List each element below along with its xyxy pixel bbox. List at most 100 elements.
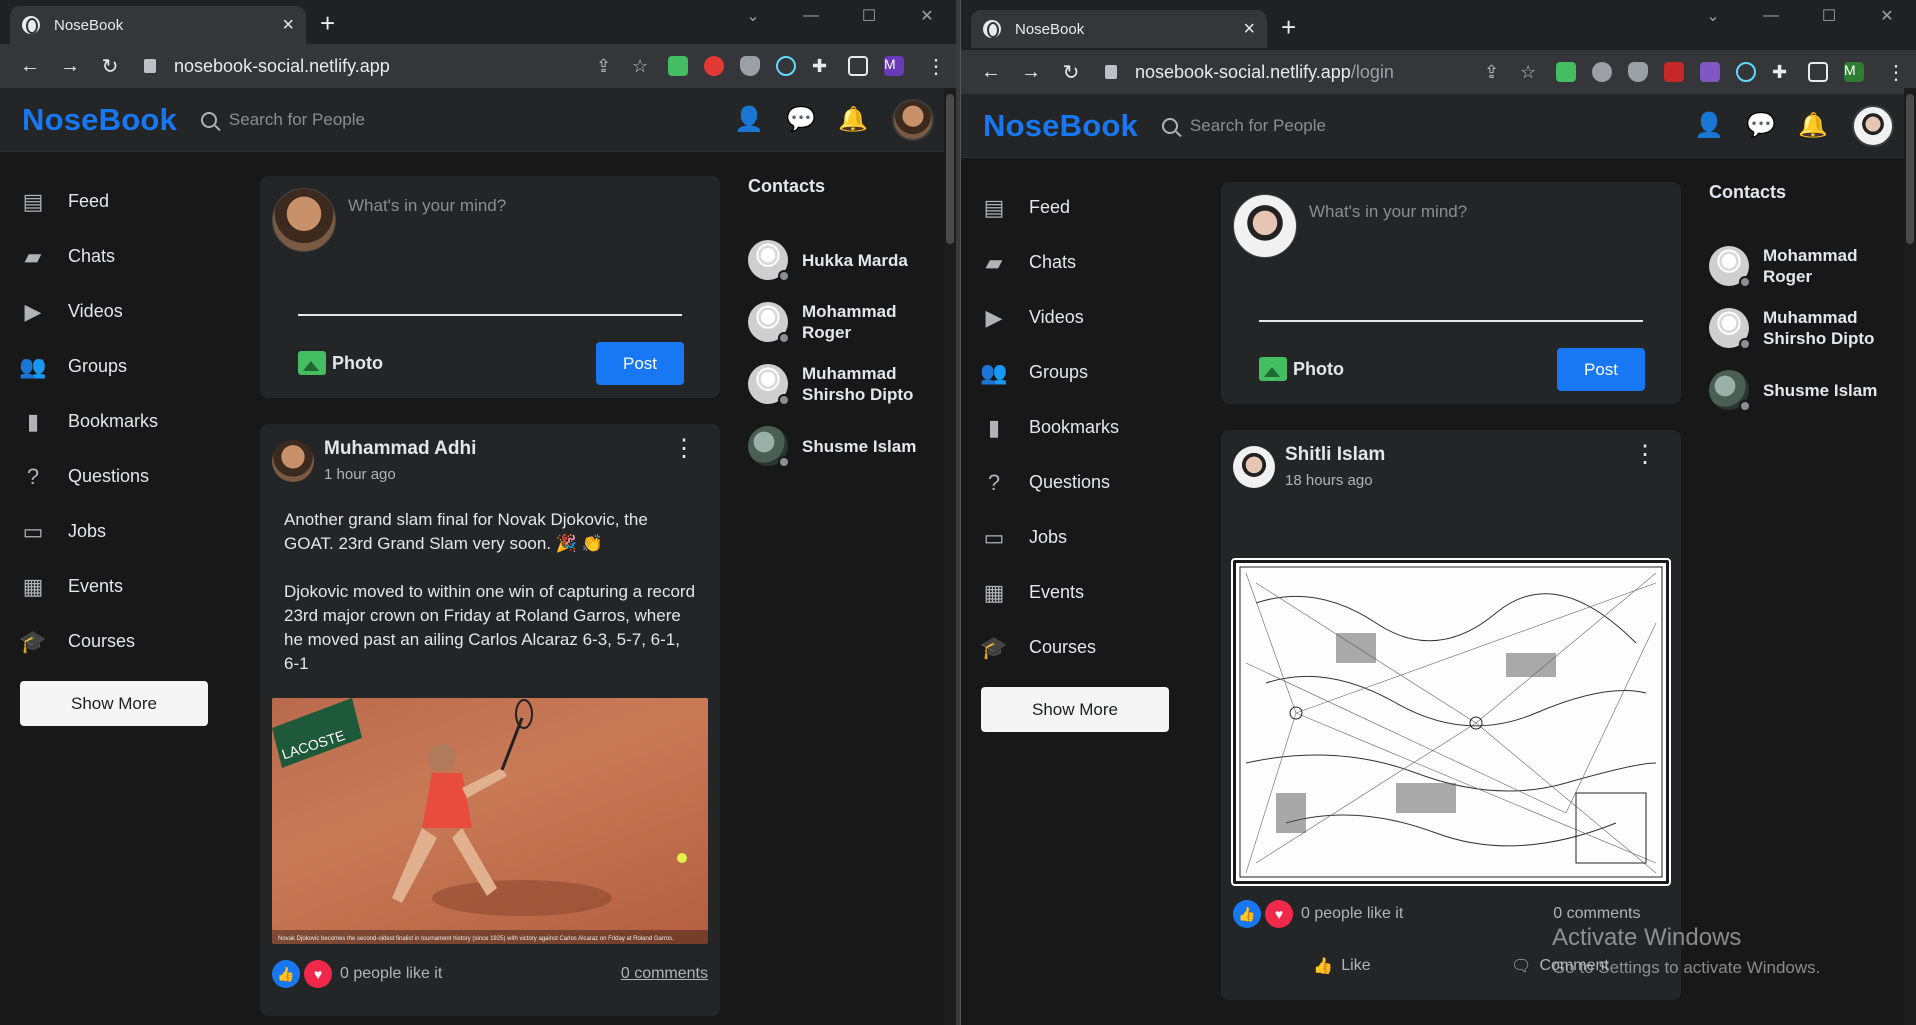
contact-item[interactable]: Mohammad Roger — [748, 291, 938, 353]
search-input[interactable]: Search for People — [200, 110, 365, 130]
sidebar-item-courses[interactable]: 🎓 Courses — [19, 614, 220, 669]
tab-search-icon[interactable]: ⌄ — [1684, 0, 1742, 32]
post-author[interactable]: Muhammad Adhi — [324, 438, 476, 460]
composer-input[interactable]: What's in your mind? — [1309, 202, 1467, 222]
composer-input[interactable]: What's in your mind? — [348, 196, 506, 216]
logo[interactable]: NoseBook — [22, 102, 177, 138]
logo[interactable]: NoseBook — [983, 108, 1138, 144]
puzzle-icon[interactable]: ✚ — [812, 56, 832, 76]
chat-icon[interactable]: 💬 — [1746, 112, 1776, 139]
minimize-icon[interactable]: — — [1742, 0, 1800, 32]
star-icon[interactable]: ☆ — [632, 56, 652, 76]
user-avatar[interactable] — [892, 98, 934, 141]
bookmark-ext-icon[interactable] — [1664, 62, 1684, 82]
contact-item[interactable]: Shusme Islam — [748, 415, 938, 477]
react-icon[interactable] — [1736, 62, 1756, 82]
scrollbar[interactable] — [944, 88, 956, 1025]
sidebar-item-chats[interactable]: ▰ Chats — [981, 235, 1181, 290]
like-reaction-icon[interactable]: 👍 — [272, 960, 300, 988]
sidebar-item-events[interactable]: ▦ Events — [981, 565, 1181, 620]
sidebar-item-events[interactable]: ▦ Events — [20, 559, 220, 614]
url-field[interactable]: nosebook-social.netlify.app/login — [1105, 62, 1484, 83]
more-options-icon[interactable]: ⋮ — [1633, 443, 1657, 467]
extension-green-icon[interactable] — [1556, 62, 1576, 82]
bell-icon[interactable]: 🔔 — [1798, 112, 1828, 139]
chat-icon[interactable]: 💬 — [786, 106, 816, 133]
like-button[interactable]: 👍 Like — [1233, 956, 1451, 976]
share-icon[interactable]: ⇪ — [1484, 62, 1504, 82]
shield-icon[interactable] — [740, 56, 760, 76]
sidebar-item-courses[interactable]: 🎓 Courses — [980, 620, 1181, 675]
show-more-button[interactable]: Show More — [981, 687, 1169, 732]
more-options-icon[interactable]: ⋮ — [672, 437, 696, 461]
minimize-icon[interactable]: — — [782, 0, 840, 32]
heart-reaction-icon[interactable]: ♥ — [304, 960, 332, 988]
show-more-button[interactable]: Show More — [20, 681, 208, 726]
heart-reaction-icon[interactable]: ♥ — [1265, 900, 1293, 928]
star-icon[interactable]: ☆ — [1520, 62, 1540, 82]
tab-search-icon[interactable]: ⌄ — [724, 0, 782, 32]
contact-item[interactable]: Mohammad Roger — [1709, 235, 1899, 297]
sidebar-item-groups[interactable]: 👥 Groups — [980, 345, 1181, 400]
extension-green-icon[interactable] — [668, 56, 688, 76]
adblock-icon[interactable] — [704, 56, 724, 76]
contact-item[interactable]: Muhammad Shirsho Dipto — [1709, 297, 1899, 359]
close-window-icon[interactable]: ✕ — [898, 0, 956, 32]
comments-link[interactable]: 0 comments — [1553, 905, 1640, 923]
post-image[interactable]: LACOSTE Novak Djokovic becomes the secon… — [272, 698, 708, 944]
sidebar-item-feed[interactable]: ▤ Feed — [981, 180, 1181, 235]
reload-icon[interactable]: ↻ — [1051, 60, 1091, 85]
close-tab-icon[interactable]: × — [1243, 18, 1255, 41]
post-author-avatar[interactable] — [272, 440, 314, 482]
maximize-icon[interactable]: ☐ — [840, 0, 898, 32]
photo-button[interactable]: Photo — [298, 351, 383, 375]
react-icon[interactable] — [776, 56, 796, 76]
close-tab-icon[interactable]: × — [282, 14, 294, 37]
back-icon[interactable]: ← — [10, 55, 50, 78]
sidebar-item-jobs[interactable]: ▭ Jobs — [20, 504, 220, 559]
sidebar-item-questions[interactable]: ? Questions — [20, 449, 220, 504]
post-author-avatar[interactable] — [1233, 446, 1275, 488]
back-icon[interactable]: ← — [971, 61, 1011, 84]
contact-item[interactable]: Shusme Islam — [1709, 359, 1899, 421]
profile-avatar[interactable]: M — [884, 56, 904, 76]
sidebar-item-chats[interactable]: ▰ Chats — [20, 229, 220, 284]
new-tab-button[interactable]: + — [1281, 12, 1296, 43]
photo-button[interactable]: Photo — [1259, 357, 1344, 381]
person-icon[interactable]: 👤 — [1694, 112, 1724, 139]
shield-icon[interactable] — [1628, 62, 1648, 82]
browser-menu-icon[interactable]: ⋮ — [926, 54, 946, 79]
post-author[interactable]: Shitli Islam — [1285, 444, 1385, 466]
scroll-thumb[interactable] — [946, 94, 954, 244]
like-reaction-icon[interactable]: 👍 — [1233, 900, 1261, 928]
sidepanel-icon[interactable] — [1808, 62, 1828, 82]
search-input[interactable]: Search for People — [1161, 116, 1326, 136]
post-button[interactable]: Post — [1557, 348, 1645, 391]
sidebar-item-videos[interactable]: ▶ Videos — [20, 284, 220, 339]
share-icon[interactable]: ⇪ — [596, 56, 616, 76]
sidebar-item-questions[interactable]: ? Questions — [981, 455, 1181, 510]
person-icon[interactable]: 👤 — [734, 106, 764, 133]
contact-item[interactable]: Hukka Marda — [748, 229, 938, 291]
m-ext-icon[interactable] — [1700, 62, 1720, 82]
contact-item[interactable]: Muhammad Shirsho Dipto — [748, 353, 938, 415]
browser-tab[interactable]: NoseBook × — [10, 6, 306, 44]
new-tab-button[interactable]: + — [320, 8, 335, 39]
puzzle-icon[interactable]: ✚ — [1772, 62, 1792, 82]
sidebar-item-bookmarks[interactable]: ▮ Bookmarks — [20, 394, 220, 449]
sidepanel-icon[interactable] — [848, 56, 868, 76]
sidebar-item-videos[interactable]: ▶ Videos — [981, 290, 1181, 345]
scroll-thumb[interactable] — [1906, 94, 1914, 244]
browser-menu-icon[interactable]: ⋮ — [1886, 60, 1906, 85]
forward-icon[interactable]: → — [50, 55, 90, 78]
sidebar-item-groups[interactable]: 👥 Groups — [19, 339, 220, 394]
post-button[interactable]: Post — [596, 342, 684, 385]
bell-icon[interactable]: 🔔 — [838, 106, 868, 133]
comments-link[interactable]: 0 comments — [621, 965, 708, 983]
user-avatar[interactable] — [1852, 104, 1894, 147]
scrollbar[interactable] — [1904, 88, 1916, 1025]
browser-tab[interactable]: NoseBook × — [971, 10, 1267, 48]
maximize-icon[interactable]: ☐ — [1800, 0, 1858, 32]
url-field[interactable]: nosebook-social.netlify.app — [144, 56, 596, 77]
sidebar-item-feed[interactable]: ▤ Feed — [20, 174, 220, 229]
